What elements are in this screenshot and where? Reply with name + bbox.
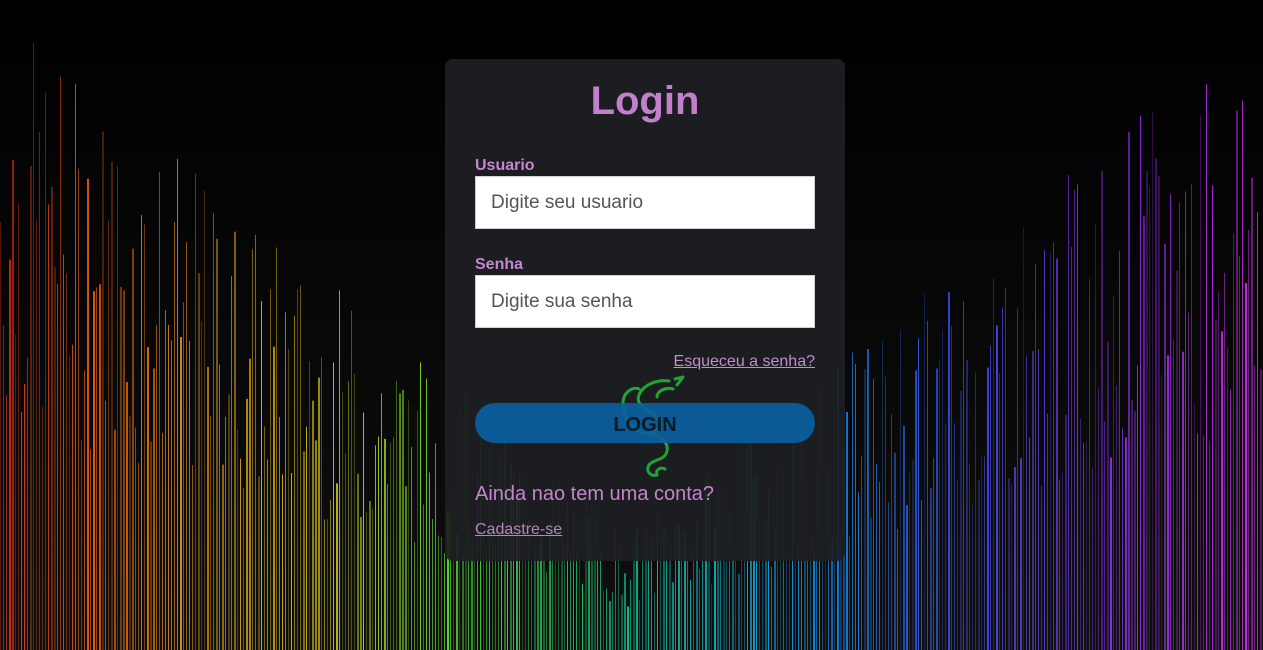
signup-link[interactable]: Cadastre-se (475, 521, 562, 539)
username-input[interactable] (475, 176, 815, 229)
forgot-password-link[interactable]: Esqueceu a senha? (674, 353, 815, 371)
login-card: Login Usuario Senha Esqueceu a senha? LO… (445, 59, 845, 561)
username-label: Usuario (475, 157, 535, 174)
password-label: Senha (475, 256, 524, 273)
page-title: Login (590, 79, 700, 123)
signup-prompt: Ainda nao tem uma conta? (475, 483, 715, 505)
login-button[interactable]: LOGIN (475, 403, 815, 443)
password-input[interactable] (475, 275, 815, 328)
